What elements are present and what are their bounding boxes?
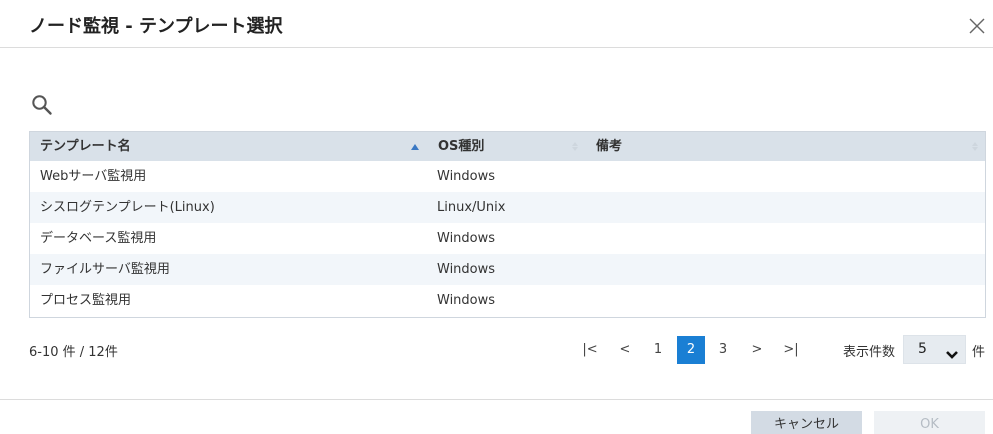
next-page-button[interactable]: > — [746, 336, 768, 364]
table-row[interactable]: シスログテンプレート(Linux) Linux/Unix — [30, 192, 985, 223]
cell-template-name: プロセス監視用 — [40, 293, 132, 308]
page-3-button[interactable]: 3 — [712, 336, 734, 364]
search-icon[interactable] — [31, 94, 53, 116]
table-header: テンプレート名 OS種別 備考 — [30, 132, 985, 161]
chevron-down-icon — [945, 345, 959, 364]
cell-template-name: データベース監視用 — [40, 231, 157, 246]
table-row[interactable]: データベース監視用 Windows — [30, 223, 985, 254]
column-header-os-type[interactable]: OS種別 — [438, 132, 484, 161]
per-page-select[interactable]: 5 — [903, 335, 966, 364]
sort-ascending-icon[interactable] — [410, 132, 420, 161]
column-header-template-name[interactable]: テンプレート名 — [40, 132, 131, 161]
cell-os-type: Windows — [437, 262, 496, 277]
dialog-title: ノード監視 - テンプレート選択 — [29, 16, 283, 37]
last-page-button[interactable]: >| — [779, 336, 803, 364]
cancel-button[interactable]: キャンセル — [751, 411, 862, 434]
cell-os-type: Windows — [437, 231, 496, 246]
record-range-text: 6-10 件 / 12件 — [29, 345, 118, 360]
close-icon[interactable] — [966, 15, 988, 37]
page-2-button[interactable]: 2 — [677, 336, 705, 364]
dialog-header: ノード監視 - テンプレート選択 — [0, 0, 993, 48]
sort-icon[interactable] — [570, 132, 580, 161]
template-table: テンプレート名 OS種別 備考 Webサーバ監視用 Windows シスログテン… — [29, 131, 986, 318]
first-page-button[interactable]: |< — [579, 336, 601, 364]
cell-template-name: シスログテンプレート(Linux) — [40, 200, 215, 215]
cell-template-name: Webサーバ監視用 — [40, 169, 147, 184]
table-row[interactable]: プロセス監視用 Windows — [30, 285, 985, 316]
page-1-button[interactable]: 1 — [647, 336, 669, 364]
per-page-value: 5 — [918, 341, 927, 357]
footer-divider — [0, 399, 993, 400]
per-page-label: 表示件数 — [843, 345, 896, 360]
sort-icon[interactable] — [970, 132, 980, 161]
per-page-unit: 件 — [972, 345, 986, 360]
column-header-notes[interactable]: 備考 — [596, 132, 622, 161]
cell-os-type: Windows — [437, 293, 496, 308]
cell-os-type: Linux/Unix — [437, 200, 506, 215]
ok-button[interactable]: OK — [874, 411, 985, 434]
table-row[interactable]: ファイルサーバ監視用 Windows — [30, 254, 985, 285]
cell-template-name: ファイルサーバ監視用 — [40, 262, 170, 277]
cell-os-type: Windows — [437, 169, 496, 184]
table-row[interactable]: Webサーバ監視用 Windows — [30, 161, 985, 192]
prev-page-button[interactable]: < — [614, 336, 636, 364]
